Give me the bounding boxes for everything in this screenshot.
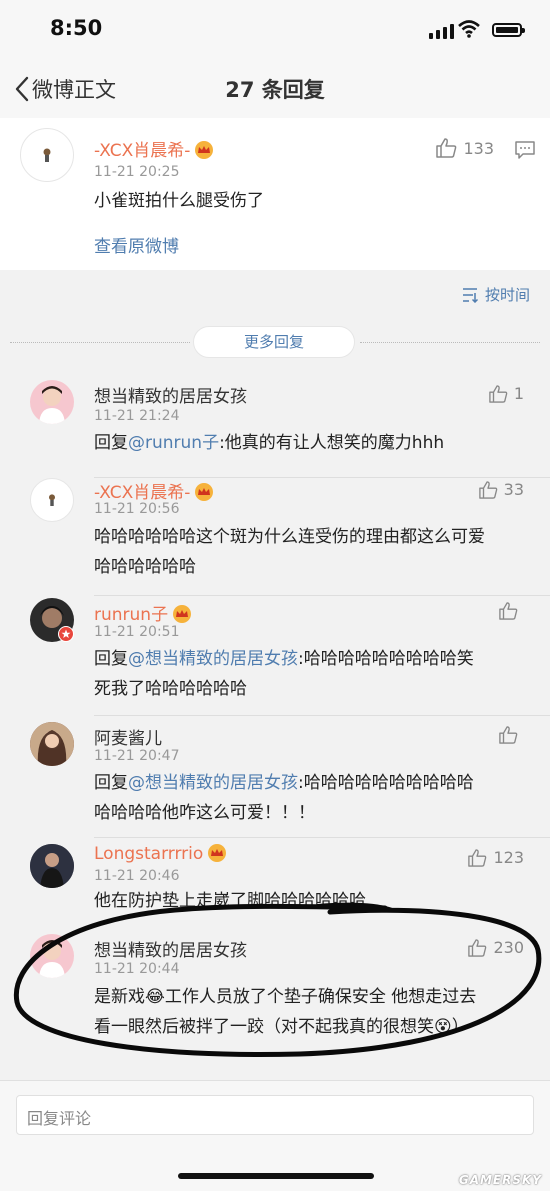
comment-time: 11-21 21:24 (94, 408, 180, 424)
comment-time: 11-21 20:44 (94, 961, 180, 977)
reply-input-bar: 回复评论 GAMERSKY (0, 1080, 550, 1191)
original-comment: -XCX肖晨希- 11-21 20:25 133 小雀斑拍什么腿受伤了 查看原微… (0, 118, 550, 270)
more-replies-button[interactable]: 更多回复 (193, 326, 355, 358)
author-name[interactable]: Longstarrrrio (94, 844, 227, 867)
thumbs-up-icon (489, 384, 508, 403)
reply-content: 哈哈哈哈哈哈这个斑为什么连受伤的理由都这么可爱 哈哈哈哈哈哈 (94, 527, 485, 577)
author-name[interactable]: 阿麦酱儿 (94, 724, 162, 749)
reply-content: 他在防护垫上走崴了脚哈哈哈哈哈哈 (94, 891, 366, 911)
avatar-figure-icon (43, 148, 51, 162)
like-button[interactable]: 33 (478, 480, 524, 499)
reply-content: 回复@想当精致的居居女孩:哈哈哈哈哈哈哈哈哈笑 死我了哈哈哈哈哈哈 (94, 649, 474, 699)
author-name[interactable]: 想当精致的居居女孩 (94, 936, 247, 961)
mention-link[interactable]: @想当精致的居居女孩 (128, 649, 298, 669)
like-button[interactable]: 1 (488, 384, 524, 403)
like-button[interactable]: 123 (467, 848, 524, 867)
more-replies-row: 更多回复 (0, 324, 550, 362)
like-count: 33 (503, 480, 524, 499)
like-button[interactable] (498, 726, 524, 744)
divider (10, 342, 190, 343)
reply-content: 回复@runrun子:他真的有让人想笑的魔力hhh (94, 433, 445, 453)
reply-item: 想当精致的居居女孩 11-21 21:24 1 回复@runrun子:他真的有让… (0, 368, 550, 478)
thumbs-up-icon (499, 602, 518, 620)
divider (360, 342, 540, 343)
status-time: 8:50 (50, 16, 103, 40)
home-indicator (178, 1173, 374, 1179)
reply-content: 回复@想当精致的居居女孩:哈哈哈哈哈哈哈哈哈哈 哈哈哈哈他咋这么可爱！！！ (94, 773, 474, 823)
comment-time: 11-21 20:56 (94, 501, 180, 517)
avatar[interactable] (30, 934, 74, 978)
reply-input[interactable]: 回复评论 (16, 1095, 534, 1135)
signal-icon (429, 24, 454, 39)
avatar[interactable] (30, 844, 74, 888)
comment-time: 11-21 20:46 (94, 868, 180, 884)
status-bar: 8:50 (0, 0, 550, 62)
crown-icon (194, 483, 214, 506)
crown-icon (194, 141, 214, 164)
like-button[interactable] (498, 602, 524, 620)
author-name[interactable]: 想当精致的居居女孩 (94, 382, 247, 407)
thumbs-up-icon (499, 726, 518, 744)
reply-item: 想当精致的居居女孩 11-21 20:44 230 是新戏😂工作人员放了个垫子确… (0, 924, 550, 1064)
view-original-link[interactable]: 查看原微博 (94, 232, 179, 257)
reply-content: 是新戏😂工作人员放了个垫子确保安全 他想走过去 看一眼然后被拌了一跤（对不起我真… (94, 987, 477, 1037)
mention-link[interactable]: @runrun子 (128, 433, 219, 453)
sort-label: 按时间 (484, 286, 530, 304)
mention-link[interactable]: @想当精致的居居女孩 (128, 773, 298, 793)
reply-item: Longstarrrrio 11-21 20:46 123 他在防护垫上走崴了脚… (0, 838, 550, 924)
reply-item: runrun子 11-21 20:51 回复@想当精致的居居女孩:哈哈哈哈哈哈哈… (0, 596, 550, 716)
comment-time: 11-21 20:25 (94, 164, 180, 180)
like-count: 230 (493, 938, 524, 957)
thumbs-up-icon (436, 138, 457, 158)
author-name[interactable]: -XCX肖晨希- (94, 136, 214, 164)
thumbs-up-icon (468, 848, 487, 867)
like-button[interactable]: 230 (467, 938, 524, 957)
comment-icon[interactable] (514, 140, 536, 160)
like-count: 123 (493, 848, 524, 867)
wifi-icon (458, 20, 480, 38)
verified-badge-icon (58, 626, 74, 642)
sort-icon (462, 287, 479, 303)
comment-content: 小雀斑拍什么腿受伤了 (94, 191, 264, 211)
like-count: 133 (463, 138, 494, 158)
comment-time: 11-21 20:47 (94, 748, 180, 764)
avatar-figure-icon (49, 494, 55, 506)
crown-icon (207, 844, 227, 867)
nav-bar: 微博正文 27 条回复 (0, 62, 550, 119)
reply-item: -XCX肖晨希- 11-21 20:56 33 哈哈哈哈哈哈这个斑为什么连受伤的… (0, 478, 550, 596)
avatar[interactable] (20, 128, 74, 182)
avatar[interactable] (30, 722, 74, 766)
comment-time: 11-21 20:51 (94, 624, 180, 640)
page-title: 27 条回复 (225, 78, 325, 102)
thumbs-up-icon (468, 938, 487, 957)
battery-icon (492, 23, 525, 37)
avatar[interactable] (30, 478, 74, 522)
avatar[interactable] (30, 380, 74, 424)
watermark: GAMERSKY (458, 1173, 542, 1187)
reply-item: 阿麦酱儿 11-21 20:47 回复@想当精致的居居女孩:哈哈哈哈哈哈哈哈哈哈… (0, 716, 550, 838)
like-button[interactable]: 133 (435, 138, 494, 158)
sort-button[interactable]: 按时间 (461, 284, 530, 305)
thumbs-up-icon (478, 480, 497, 499)
like-count: 1 (513, 384, 524, 403)
